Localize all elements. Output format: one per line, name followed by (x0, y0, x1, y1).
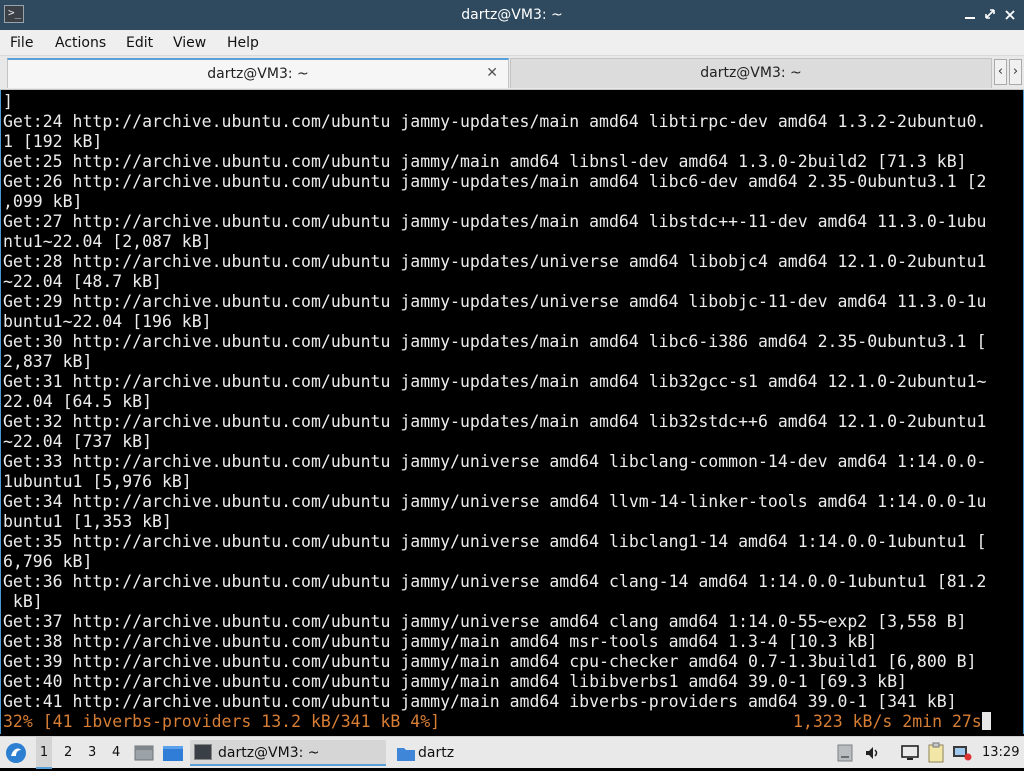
display-icon[interactable] (900, 744, 920, 762)
terminal-line: Get:30 http://archive.ubuntu.com/ubuntu … (3, 332, 987, 351)
network-icon[interactable] (950, 743, 974, 763)
terminal-lines: ] Get:24 http://archive.ubuntu.com/ubuntu… (3, 92, 1003, 732)
volume-icon[interactable] (864, 744, 882, 762)
terminal-line: Get:24 http://archive.ubuntu.com/ubuntu … (3, 112, 987, 131)
clock[interactable]: 13:29 (982, 737, 1019, 769)
terminal-line: 2,837 kB] (3, 352, 93, 371)
tab-label: dartz@VM3: ~ (207, 66, 309, 82)
workspace-3[interactable]: 3 (88, 737, 96, 769)
terminal-line: Get:28 http://archive.ubuntu.com/ubuntu … (3, 252, 987, 271)
close-icon[interactable] (1002, 6, 1018, 24)
terminal-line: Get:31 http://archive.ubuntu.com/ubuntu … (3, 372, 987, 391)
terminal-line: kB] (3, 592, 43, 611)
terminal-line: Get:33 http://archive.ubuntu.com/ubuntu … (3, 452, 987, 471)
terminal-line: Get:25 http://archive.ubuntu.com/ubuntu … (3, 152, 967, 171)
terminal-output[interactable]: ] Get:24 http://archive.ubuntu.com/ubuntu… (0, 90, 1024, 734)
folder-icon (396, 745, 416, 761)
terminal-line: ] (3, 92, 13, 111)
terminal-line: Get:39 http://archive.ubuntu.com/ubuntu … (3, 652, 977, 671)
terminal-line: ntu1~22.04 [2,087 kB] (3, 232, 212, 251)
tab-bar: dartz@VM3: ~ ✕ dartz@VM3: ~ ‹ › (0, 56, 1024, 90)
window-title: dartz@VM3: ~ (461, 7, 563, 23)
menu-actions[interactable]: Actions (55, 30, 106, 56)
storage-icon[interactable] (836, 743, 854, 763)
terminal-line: Get:29 http://archive.ubuntu.com/ubuntu … (3, 292, 987, 311)
terminal-line: Get:41 http://archive.ubuntu.com/ubuntu … (3, 692, 957, 711)
menu-file[interactable]: File (10, 30, 33, 56)
workspace-2[interactable]: 2 (64, 737, 72, 769)
tab-terminal-2[interactable]: dartz@VM3: ~ (510, 58, 992, 88)
tab-scroll-left-icon[interactable]: ‹ (994, 59, 1007, 85)
terminal-line: Get:38 http://archive.ubuntu.com/ubuntu … (3, 632, 878, 651)
menu-edit[interactable]: Edit (126, 30, 153, 56)
terminal-line: 1 [192 kB] (3, 132, 103, 151)
workspace-1[interactable]: 1 (36, 737, 52, 769)
show-desktop-icon[interactable] (134, 743, 154, 763)
terminal-line: Get:35 http://archive.ubuntu.com/ubuntu … (3, 532, 987, 551)
taskbar: 1 2 3 4 dartz@VM3: ~ dartz 13:29 (0, 736, 1024, 769)
file-manager-launcher-icon[interactable] (162, 743, 184, 763)
transfer-rate-eta: 1,323 kB/s 2min 27s (793, 712, 991, 732)
terminal-line: ~22.04 [48.7 kB] (3, 272, 162, 291)
menu-bar: File Actions Edit View Help (0, 30, 1024, 56)
clipboard-icon[interactable] (926, 742, 946, 764)
taskbar-task-label: dartz (418, 745, 455, 761)
transfer-rate-text: 1,323 kB/s 2min 27s (793, 712, 982, 731)
terminal-line: buntu1~22.04 [196 kB] (3, 312, 212, 331)
terminal-line: ,099 kB] (3, 192, 83, 211)
menu-view[interactable]: View (173, 30, 206, 56)
start-menu-icon[interactable] (4, 741, 28, 765)
terminal-line: 22.04 [64.5 kB] (3, 392, 153, 411)
terminal-line: Get:27 http://archive.ubuntu.com/ubuntu … (3, 212, 987, 231)
tab-scroll-right-icon[interactable]: › (1009, 59, 1022, 85)
tab-terminal-1[interactable]: dartz@VM3: ~ ✕ (7, 58, 509, 88)
terminal-line: Get:37 http://archive.ubuntu.com/ubuntu … (3, 612, 967, 631)
restore-icon[interactable] (982, 6, 998, 24)
terminal-line: Get:32 http://archive.ubuntu.com/ubuntu … (3, 412, 987, 431)
terminal-line: Get:40 http://archive.ubuntu.com/ubuntu … (3, 672, 907, 691)
terminal-line: 1ubuntu1 [5,976 kB] (3, 472, 192, 491)
terminal-line: Get:34 http://archive.ubuntu.com/ubuntu … (3, 492, 987, 511)
taskbar-task-terminal[interactable]: dartz@VM3: ~ (190, 740, 386, 766)
minimize-icon[interactable] (962, 6, 978, 24)
terminal-line: 6,796 kB] (3, 552, 93, 571)
terminal-line: buntu1 [1,353 kB] (3, 512, 172, 531)
terminal-line: Get:26 http://archive.ubuntu.com/ubuntu … (3, 172, 987, 191)
download-progress-line: 32% [41 ibverbs-providers 13.2 kB/341 kB… (3, 712, 1003, 732)
terminal-cursor (981, 712, 991, 730)
taskbar-task-folder[interactable]: dartz (392, 740, 572, 766)
workspace-4[interactable]: 4 (112, 737, 120, 769)
terminal-icon (194, 744, 212, 760)
terminal-line: Get:36 http://archive.ubuntu.com/ubuntu … (3, 572, 987, 591)
window-title-bar[interactable]: >_ dartz@VM3: ~ (0, 0, 1024, 30)
menu-help[interactable]: Help (227, 30, 259, 56)
taskbar-task-label: dartz@VM3: ~ (218, 745, 320, 761)
tab-label: dartz@VM3: ~ (700, 65, 802, 81)
tab-close-icon[interactable]: ✕ (486, 63, 498, 83)
terminal-line: ~22.04 [737 kB] (3, 432, 153, 451)
progress-status: 32% [41 ibverbs-providers 13.2 kB/341 kB… (3, 712, 441, 731)
